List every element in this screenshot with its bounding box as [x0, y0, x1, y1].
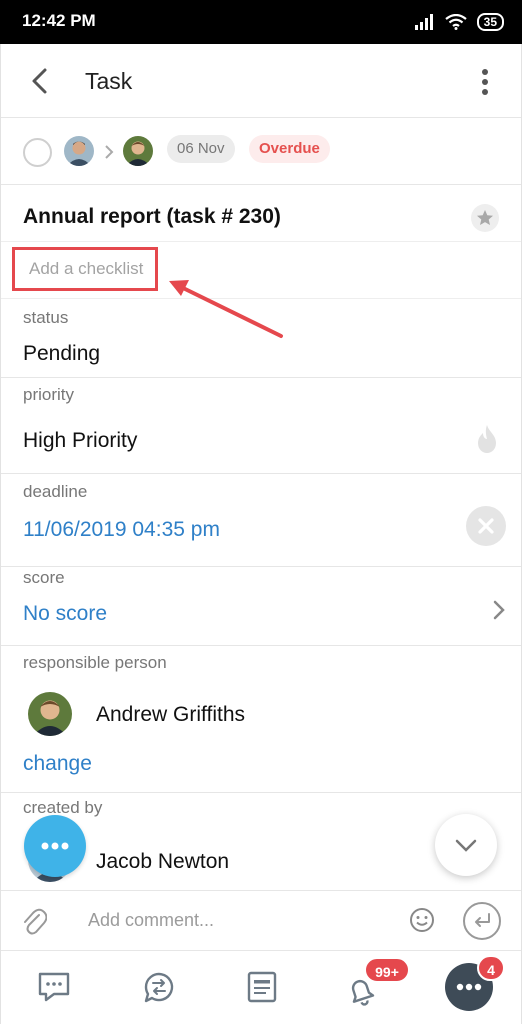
- favorite-button[interactable]: [471, 204, 499, 232]
- change-responsible-link[interactable]: change: [23, 752, 92, 776]
- tasks-icon[interactable]: [244, 969, 280, 1005]
- annotation-highlight-box: [12, 247, 158, 291]
- responsible-person-field: responsible person Andrew Griffiths chan…: [1, 647, 521, 793]
- chevron-left-icon[interactable]: [27, 66, 53, 96]
- chevron-right-icon: [105, 145, 114, 159]
- complete-checkbox[interactable]: [23, 138, 52, 167]
- more-vertical-icon[interactable]: [473, 66, 497, 98]
- app-bar: Task: [1, 44, 521, 118]
- score-label: score: [23, 568, 65, 587]
- priority-label: priority: [23, 385, 75, 404]
- creator-avatar[interactable]: [64, 136, 94, 166]
- scroll-down-button[interactable]: [435, 814, 497, 876]
- chat-fab[interactable]: [24, 815, 86, 877]
- bottom-nav: 99+ 4: [1, 950, 521, 1024]
- star-icon: [477, 210, 493, 225]
- open-channels-icon[interactable]: [141, 969, 177, 1005]
- due-date-chip[interactable]: 06 Nov: [167, 135, 235, 163]
- emoji-icon[interactable]: [409, 907, 435, 933]
- person-icon: [123, 136, 153, 166]
- battery-indicator: 35: [476, 13, 504, 31]
- chevron-down-icon: [455, 839, 477, 852]
- more-badge: 4: [477, 955, 505, 981]
- comment-input[interactable]: Add comment...: [88, 910, 214, 931]
- status-field[interactable]: status Pending: [1, 300, 521, 378]
- chevron-right-icon[interactable]: [491, 598, 507, 622]
- send-icon[interactable]: [462, 901, 502, 941]
- deadline-field[interactable]: deadline 11/06/2019 04:35 pm: [1, 475, 521, 567]
- signal-icon: [414, 14, 433, 30]
- more-horizontal-icon: [41, 842, 69, 850]
- deadline-value[interactable]: 11/06/2019 04:35 pm: [23, 518, 220, 542]
- person-icon: [64, 136, 94, 166]
- task-title[interactable]: Annual report (task # 230): [23, 205, 281, 229]
- task-screen: Task 06 Nov Overdue Annual report (task …: [0, 44, 522, 1024]
- paperclip-icon[interactable]: [21, 905, 47, 937]
- task-title-row: Annual report (task # 230): [1, 186, 521, 242]
- score-value[interactable]: No score: [23, 602, 107, 626]
- page-title: Task: [85, 68, 133, 94]
- responsible-avatar[interactable]: [123, 136, 153, 166]
- status-value: Pending: [23, 342, 101, 365]
- overdue-badge: Overdue: [249, 135, 330, 163]
- responsible-person-name[interactable]: Andrew Griffiths: [96, 703, 245, 727]
- responsible-person-avatar[interactable]: [28, 692, 72, 736]
- notifications-badge: 99+: [364, 957, 410, 983]
- task-meta-row: 06 Nov Overdue: [1, 119, 521, 185]
- status-bar: 12:42 PM 35: [0, 0, 522, 44]
- status-time: 12:42 PM: [22, 11, 96, 30]
- deadline-label: deadline: [23, 482, 88, 501]
- creator-name[interactable]: Jacob Newton: [96, 850, 229, 874]
- priority-value: High Priority: [23, 429, 138, 452]
- wifi-icon: [444, 14, 467, 30]
- comment-bar: Add comment...: [1, 890, 521, 950]
- priority-field[interactable]: priority High Priority: [1, 379, 521, 474]
- fire-icon[interactable]: [475, 423, 499, 455]
- responsible-person-label: responsible person: [23, 653, 167, 672]
- person-icon: [28, 692, 72, 736]
- close-icon: [478, 518, 494, 534]
- score-field[interactable]: score No score: [1, 568, 521, 646]
- chat-icon[interactable]: [36, 969, 72, 1005]
- clear-deadline-button[interactable]: [466, 506, 506, 546]
- status-label: status: [23, 308, 69, 327]
